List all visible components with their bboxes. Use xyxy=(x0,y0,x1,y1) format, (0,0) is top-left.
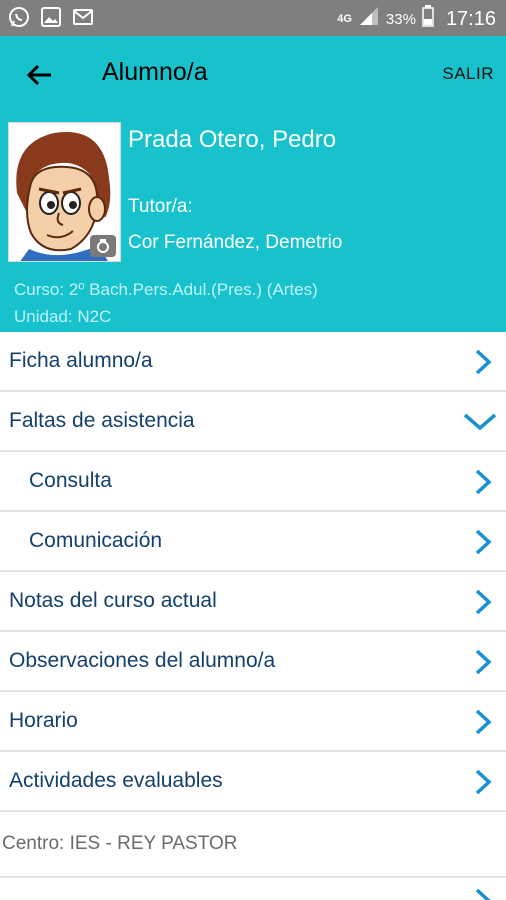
menu-item-label: Notas del curso actual xyxy=(9,589,217,612)
status-bar: 4G 33% 17:16 xyxy=(0,0,506,36)
chevron-right-icon xyxy=(475,709,492,735)
network-indicator: 4G xyxy=(337,13,352,25)
battery-percent: 33% xyxy=(385,10,416,28)
centro-label: Centro: IES - REY PASTOR xyxy=(2,833,238,854)
menu-item-label: Horario xyxy=(9,709,78,732)
student-header: Prada Otero, Pedro Tutor/a: Cor Fernánde… xyxy=(0,114,506,332)
chevron-right-icon xyxy=(475,469,492,495)
menu-item-label: Faltas de asistencia xyxy=(9,409,195,432)
tutor-label: Tutor/a: xyxy=(128,196,193,217)
student-name: Prada Otero, Pedro xyxy=(128,126,337,153)
menu-item-consulta[interactable]: Consulta xyxy=(0,452,506,512)
chevron-down-icon xyxy=(463,413,497,431)
mail-icon xyxy=(72,6,94,28)
menu-item-partial[interactable] xyxy=(0,878,506,900)
student-avatar[interactable] xyxy=(8,122,121,262)
menu-item-actividades[interactable]: Actividades evaluables xyxy=(0,752,506,812)
course-info: Curso: 2º Bach.Pers.Adul.(Pres.) (Artes) xyxy=(14,280,318,299)
app-bar: Alumno/a SALIR xyxy=(0,36,506,114)
signal-icon xyxy=(358,5,380,33)
chevron-right-icon xyxy=(475,888,491,900)
tutor-name: Cor Fernández, Demetrio xyxy=(128,232,343,253)
menu-item-label: Consulta xyxy=(29,469,112,492)
menu-item-label: Observaciones del alumno/a xyxy=(9,649,276,672)
centro-info: Centro: IES - REY PASTOR xyxy=(0,812,506,878)
back-arrow-icon[interactable] xyxy=(22,58,56,92)
battery-icon xyxy=(422,5,434,33)
menu-item-label: Ficha alumno/a xyxy=(9,349,153,372)
camera-icon[interactable] xyxy=(90,235,116,257)
menu-item-ficha[interactable]: Ficha alumno/a xyxy=(0,332,506,392)
menu-item-observaciones[interactable]: Observaciones del alumno/a xyxy=(0,632,506,692)
chevron-right-icon xyxy=(475,529,492,555)
chevron-right-icon xyxy=(475,349,492,375)
whatsapp-icon xyxy=(8,6,30,28)
menu-item-comunicacion[interactable]: Comunicación xyxy=(0,512,506,572)
chevron-right-icon xyxy=(475,589,492,615)
chevron-right-icon xyxy=(475,649,492,675)
unit-info: Unidad: N2C xyxy=(14,307,112,326)
menu-item-horario[interactable]: Horario xyxy=(0,692,506,752)
exit-button[interactable]: SALIR xyxy=(442,64,494,84)
gallery-icon xyxy=(40,6,62,28)
clock: 17:16 xyxy=(445,7,496,30)
chevron-right-icon xyxy=(475,769,492,795)
student-menu: Ficha alumno/a Faltas de asistencia Cons… xyxy=(0,332,506,900)
menu-item-faltas[interactable]: Faltas de asistencia xyxy=(0,392,506,452)
menu-item-label: Comunicación xyxy=(29,529,163,552)
menu-item-label: Actividades evaluables xyxy=(9,769,223,792)
page-title: Alumno/a xyxy=(102,58,208,86)
menu-item-notas[interactable]: Notas del curso actual xyxy=(0,572,506,632)
